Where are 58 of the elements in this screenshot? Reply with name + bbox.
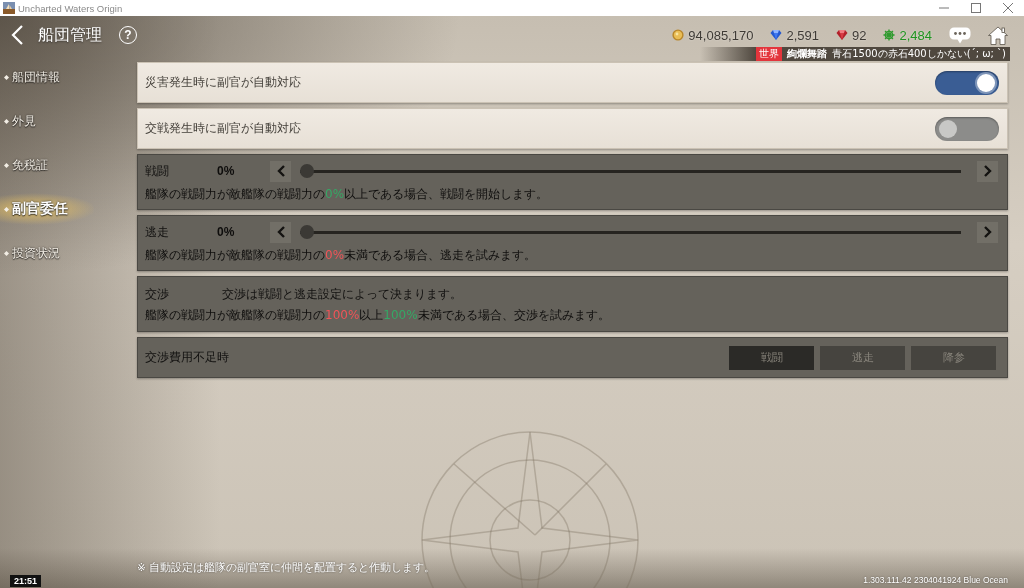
- sidebar-item[interactable]: 外見: [0, 99, 42, 143]
- currency-amount: 94,085,170: [688, 27, 754, 43]
- setting-label: 交戦発生時に副官が自動対応: [145, 120, 301, 137]
- diamond-icon: [4, 162, 9, 168]
- sidebar-item[interactable]: 投資状況: [0, 231, 66, 275]
- gem-icon: [836, 29, 848, 41]
- setting-label: 交渉: [145, 285, 170, 303]
- ship-wheel-icon: [883, 29, 896, 41]
- chevron-left-icon: [276, 165, 285, 177]
- currency-amount: 92: [852, 27, 867, 43]
- increase-button[interactable]: [977, 160, 998, 182]
- chevron-right-icon: [983, 165, 992, 177]
- diamond-icon: [4, 118, 9, 124]
- currency-amount: 2,484: [899, 27, 932, 43]
- percent-value: 0%: [217, 164, 236, 178]
- description-text: 艦隊の戦闘力が敵艦隊の戦闘力の0%未満である場合、逃走を試みます。: [145, 247, 537, 264]
- clock-label: 21:51: [10, 575, 42, 587]
- close-icon[interactable]: [1003, 3, 1013, 13]
- toggle-switch[interactable]: [935, 116, 999, 141]
- setting-label: 交渉費用不足時: [145, 349, 229, 366]
- currency-amount: 2,591: [786, 27, 819, 43]
- coin-icon: [672, 29, 685, 41]
- sidebar-item[interactable]: 船団情報: [0, 55, 66, 99]
- chevron-right-icon: [983, 226, 992, 238]
- diamond-icon: [4, 250, 9, 256]
- info-text: 交渉は戦闘と逃走設定によって決まります。: [222, 285, 462, 303]
- chevron-left-icon: [276, 226, 285, 238]
- option-button[interactable]: 降参: [911, 345, 996, 370]
- setting-label: 災害発生時に副官が自動対応: [145, 74, 301, 91]
- slider-thumb[interactable]: [300, 164, 314, 178]
- back-icon[interactable]: [11, 25, 24, 45]
- page-title: 船団管理: [38, 24, 102, 46]
- diamond-icon: [4, 206, 9, 212]
- window-title: Uncharted Waters Origin: [18, 2, 123, 14]
- diamond-icon: [4, 74, 9, 80]
- app-icon: [3, 2, 15, 14]
- setting-label: 戦闘: [145, 162, 170, 180]
- footnote-text: ※ 自動設定は艦隊の副官室に仲間を配置すると作動します。: [137, 560, 436, 575]
- version-text: 1.303.111.42 2304041924 Blue Ocean: [863, 575, 1009, 587]
- channel-tag: 世界: [756, 47, 783, 61]
- sidebar-item[interactable]: 免税証: [0, 143, 54, 187]
- option-button[interactable]: 逃走: [820, 345, 905, 370]
- maximize-icon[interactable]: [971, 3, 981, 13]
- setting-label: 逃走: [145, 223, 170, 241]
- percent-value: 0%: [217, 225, 236, 239]
- toggle-switch[interactable]: [935, 70, 999, 95]
- home-icon[interactable]: [988, 25, 1008, 45]
- slider-thumb[interactable]: [300, 225, 314, 239]
- gem-icon: [770, 29, 783, 41]
- description-text: 艦隊の戦闘力が敵艦隊の戦闘力の100%以上100%未満である場合、交渉を試みます。: [145, 307, 610, 324]
- option-button[interactable]: 戦闘: [729, 345, 814, 370]
- speech-bubble-icon[interactable]: [949, 26, 971, 44]
- decrease-button[interactable]: [270, 221, 291, 243]
- decrease-button[interactable]: [270, 160, 291, 182]
- chat-message: 青石1500の赤石400しかない(´; ω; `): [832, 47, 1006, 61]
- increase-button[interactable]: [977, 221, 998, 243]
- description-text: 艦隊の戦闘力が敵艦隊の戦闘力の0%以上である場合、戦闘を開始します。: [145, 186, 549, 203]
- sender-name: 絢爛舞踏: [787, 47, 828, 61]
